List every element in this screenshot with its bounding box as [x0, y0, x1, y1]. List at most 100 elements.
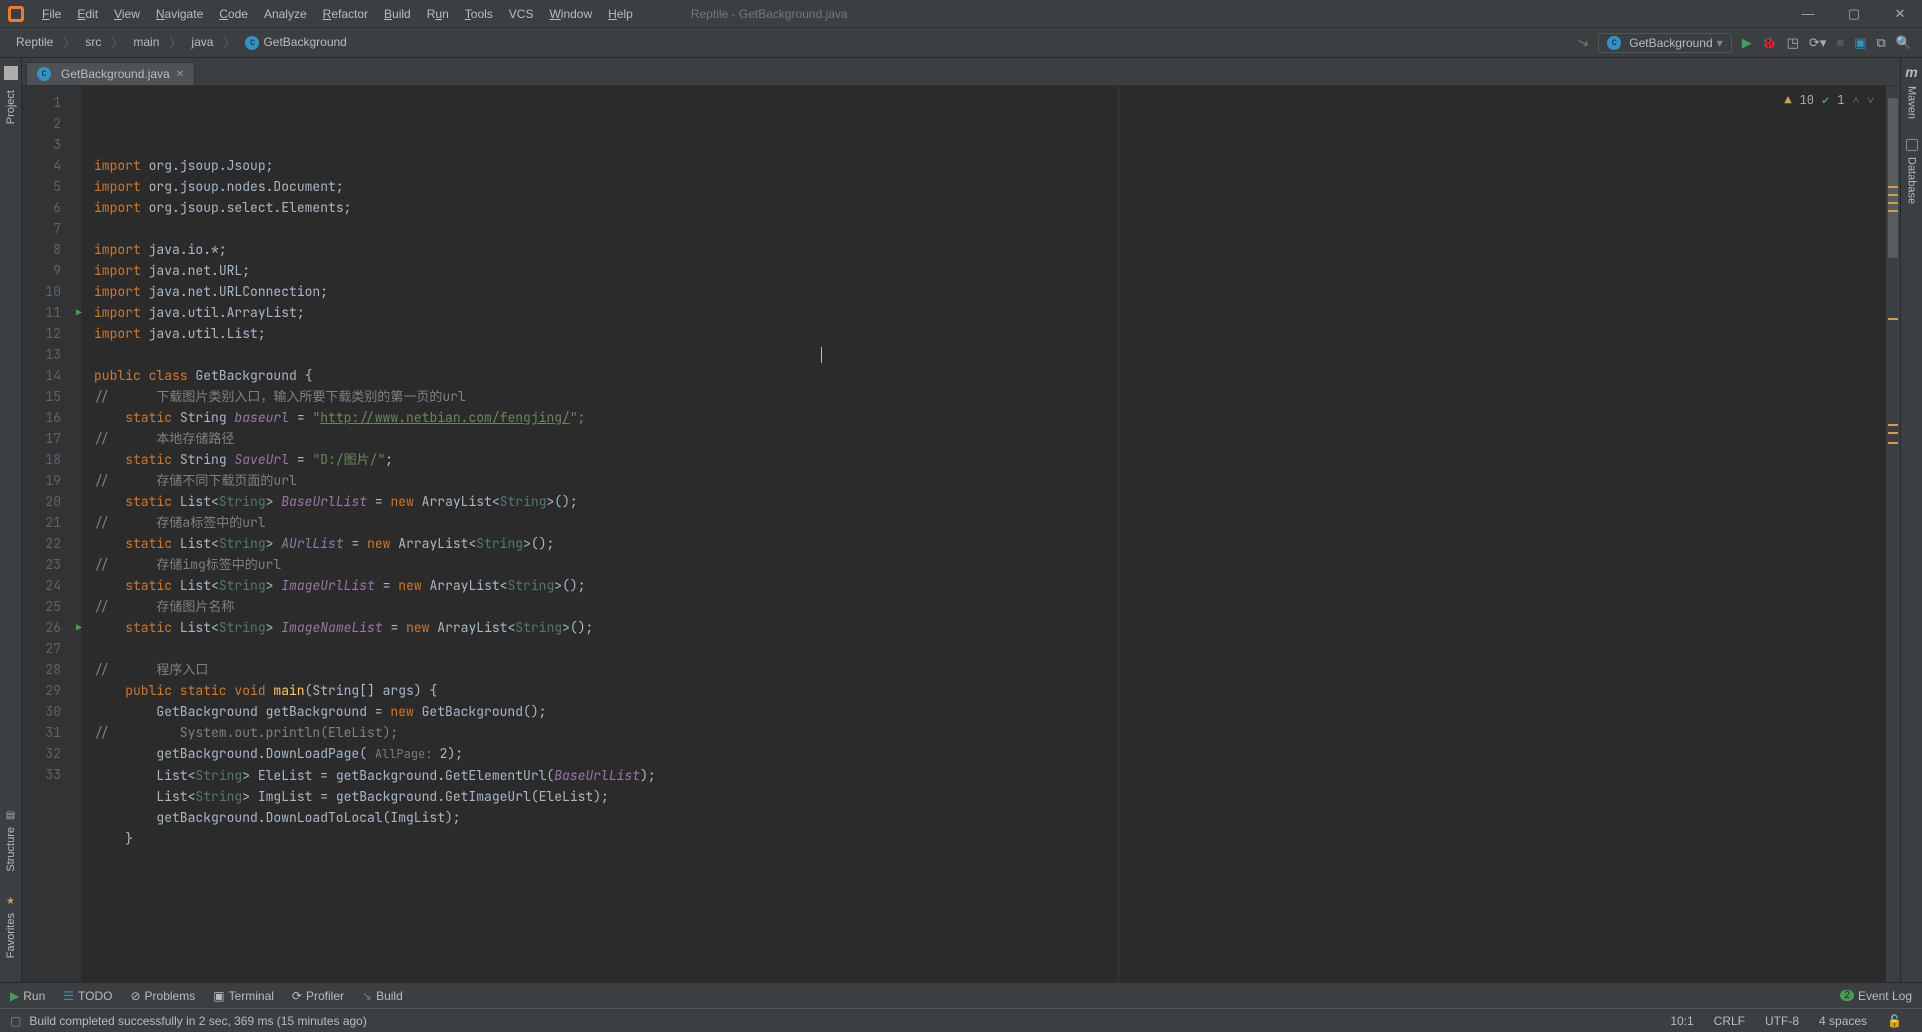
warning-marker[interactable] [1888, 186, 1898, 188]
gutter-line: 10 [22, 281, 61, 302]
window-close-icon[interactable]: ✕ [1886, 6, 1914, 22]
typo-count: 1 [1837, 90, 1844, 111]
build-label: Build [376, 989, 403, 1003]
gutter-line: 6 [22, 197, 61, 218]
gutter-line: 21 [22, 512, 61, 533]
gutter-line: 7 [22, 218, 61, 239]
status-bar: ▢ Build completed successfully in 2 sec,… [0, 1008, 1922, 1032]
project-label: Project [5, 90, 17, 124]
menu-analyze[interactable]: Analyze [256, 7, 315, 21]
menu-help[interactable]: Help [600, 7, 641, 21]
breadcrumb-src[interactable]: src [79, 33, 107, 51]
structure-tool-button[interactable]: ▤ Structure [5, 810, 17, 872]
eventlog-tool-button[interactable]: 2Event Log [1840, 989, 1912, 1003]
gutter-line: 24 [22, 575, 61, 596]
menu-navigate[interactable]: Navigate [148, 7, 211, 21]
coverage-icon[interactable]: ◳ [1787, 35, 1799, 51]
run-icon: ▶ [10, 989, 19, 1003]
chevron-up-icon[interactable]: ˄ [1852, 90, 1859, 111]
gutter-line: 12 [22, 323, 61, 344]
problems-tool-button[interactable]: ⊘Problems [130, 989, 195, 1003]
bottom-tool-bar: ▶ Run ☰TODO ⊘Problems ▣Terminal ⟳Profiler… [0, 982, 1922, 1008]
warning-marker[interactable] [1888, 442, 1898, 444]
code-editor[interactable]: ▲10 ✔1 ˄ ˅ import org.jsoup.Jsoup; impor… [82, 86, 1886, 982]
scroll-thumb[interactable] [1888, 98, 1898, 258]
gutter-line: 5 [22, 176, 61, 197]
editor-scrollbar[interactable] [1886, 86, 1900, 982]
gutter-line: 26 [22, 617, 61, 638]
gutter-line: 23 [22, 554, 61, 575]
build-icon[interactable]: ↘ [1574, 33, 1591, 53]
warning-marker[interactable] [1888, 424, 1898, 426]
typo-icon: ✔ [1822, 90, 1829, 111]
gutter-line: 15 [22, 386, 61, 407]
warning-marker[interactable] [1888, 202, 1898, 204]
file-encoding[interactable]: UTF-8 [1755, 1014, 1809, 1028]
inspection-widget[interactable]: ▲10 ✔1 ˄ ˅ [1784, 90, 1874, 111]
gutter-line: 27 [22, 638, 61, 659]
warning-marker[interactable] [1888, 194, 1898, 196]
warning-marker[interactable] [1888, 432, 1898, 434]
menu-window[interactable]: Window [541, 7, 600, 21]
gutter-line: 8 [22, 239, 61, 260]
run-label: Run [23, 989, 45, 1003]
menu-edit[interactable]: Edit [69, 7, 106, 21]
database-icon [1906, 139, 1918, 151]
gutter-line: 13 [22, 344, 61, 365]
quick-access-icon[interactable]: ▢ [10, 1014, 21, 1028]
run-button-icon[interactable]: ▶ [1742, 35, 1752, 51]
line-separator[interactable]: CRLF [1704, 1014, 1755, 1028]
caret-position[interactable]: 10:1 [1660, 1014, 1703, 1028]
database-tool-button[interactable]: Database [1906, 119, 1918, 204]
profiler-tool-button[interactable]: ⟳Profiler [292, 989, 344, 1003]
gutter-line: 32 [22, 743, 61, 764]
menu-build[interactable]: Build [376, 7, 419, 21]
breadcrumb-java[interactable]: java [185, 33, 219, 51]
problems-icon: ⊘ [130, 989, 140, 1003]
todo-icon: ☰ [63, 989, 74, 1003]
main-layout: Project ▤ Structure ★ Favorites c GetBac… [0, 58, 1922, 982]
window-minimize-icon[interactable]: — [1794, 6, 1822, 22]
todo-tool-button[interactable]: ☰TODO [63, 989, 112, 1003]
text-caret [821, 347, 822, 363]
run-config-name: GetBackground [1629, 36, 1712, 50]
terminal-tool-button[interactable]: ▣Terminal [213, 989, 274, 1003]
favorites-tool-button[interactable]: ★ Favorites [5, 896, 17, 958]
maven-tool-button[interactable]: m Maven [1905, 64, 1917, 119]
breadcrumb-class[interactable]: cGetBackground [239, 33, 352, 52]
warning-marker[interactable] [1888, 210, 1898, 212]
update-icon[interactable]: ▣ [1854, 35, 1866, 51]
menu-code[interactable]: Code [211, 7, 256, 21]
menu-vcs[interactable]: VCS [501, 7, 542, 21]
chevron-down-icon[interactable]: ˅ [1867, 90, 1874, 111]
run-tool-button[interactable]: ▶ Run [10, 989, 45, 1003]
warning-marker[interactable] [1888, 318, 1898, 320]
left-tool-rail: Project ▤ Structure ★ Favorites [0, 58, 22, 982]
gutter-line: 33 [22, 764, 61, 785]
stop-icon[interactable]: ■ [1836, 35, 1844, 50]
profiler-icon[interactable]: ⟳▾ [1809, 35, 1826, 51]
breadcrumb-root[interactable]: Reptile [10, 33, 59, 51]
profiler-icon: ⟳ [292, 989, 302, 1003]
breadcrumb-main[interactable]: main [127, 33, 165, 51]
eventlog-badge-icon: 2 [1840, 990, 1854, 1001]
run-config-selector[interactable]: c GetBackground ▾ [1598, 33, 1731, 53]
indent-setting[interactable]: 4 spaces [1809, 1014, 1877, 1028]
build-tool-button[interactable]: ↘Build [362, 989, 403, 1003]
editor-tab[interactable]: c GetBackground.java ✕ [26, 62, 195, 85]
menu-run[interactable]: Run [419, 7, 457, 21]
window-maximize-icon[interactable]: ▢ [1840, 6, 1868, 22]
menu-tools[interactable]: Tools [457, 7, 501, 21]
git-icon[interactable]: ⧉ [1877, 35, 1886, 51]
menu-file[interactable]: File [34, 7, 69, 21]
readonly-lock-icon[interactable]: 🔓 [1877, 1014, 1912, 1028]
menu-refactor[interactable]: Refactor [315, 7, 376, 21]
close-icon[interactable]: ✕ [176, 69, 184, 80]
status-message: Build completed successfully in 2 sec, 3… [29, 1014, 367, 1028]
gutter-line: 18 [22, 449, 61, 470]
terminal-icon: ▣ [213, 989, 224, 1003]
debug-button-icon[interactable]: 🐞 [1762, 36, 1777, 50]
search-icon[interactable]: 🔍 [1896, 35, 1912, 51]
project-tool-button[interactable]: Project [4, 66, 18, 124]
menu-view[interactable]: View [106, 7, 148, 21]
